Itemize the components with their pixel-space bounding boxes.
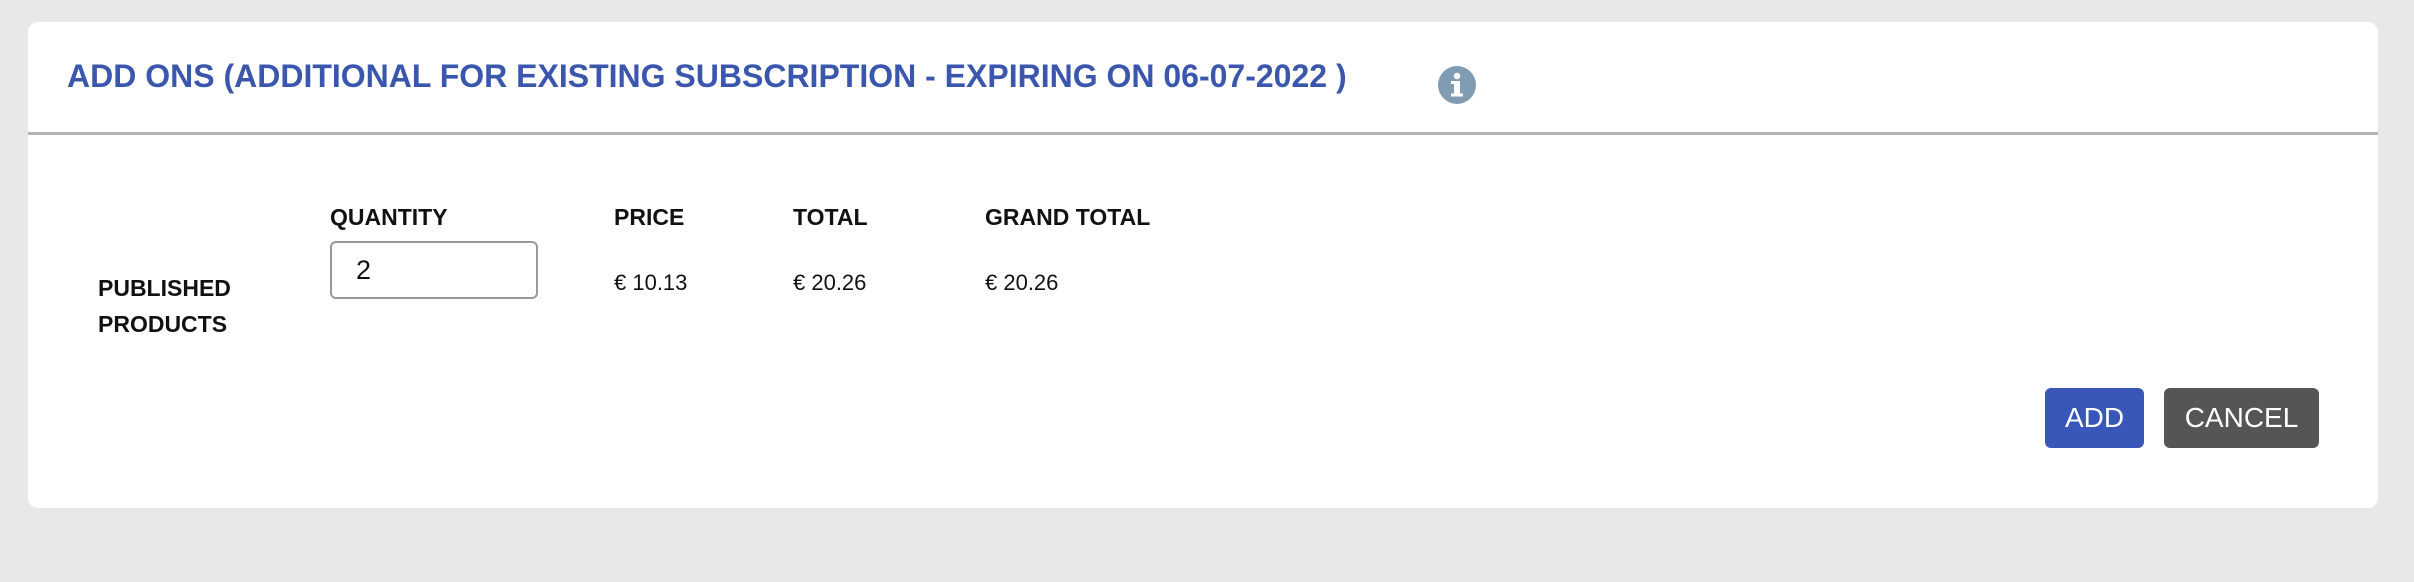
dialog-title: ADD ONS (ADDITIONAL FOR EXISTING SUBSCRI… <box>67 58 1347 94</box>
cancel-button[interactable]: CANCEL <box>2164 388 2319 448</box>
grand-total-header: GRAND TOTAL <box>985 204 1151 230</box>
row-label-line1: PUBLISHED <box>98 275 231 301</box>
info-icon[interactable] <box>1438 66 1476 104</box>
quantity-header: QUANTITY <box>330 204 448 230</box>
total-header: TOTAL <box>793 204 868 230</box>
dialog-header: ADD ONS (ADDITIONAL FOR EXISTING SUBSCRI… <box>28 22 2378 135</box>
add-ons-dialog: ADD ONS (ADDITIONAL FOR EXISTING SUBSCRI… <box>28 22 2378 508</box>
row-label-published-products: PUBLISHED PRODUCTS <box>98 270 298 342</box>
row-label-line2: PRODUCTS <box>98 311 228 337</box>
grand-total-value: € 20.26 <box>985 270 1059 295</box>
price-value: € 10.13 <box>614 270 688 295</box>
add-button[interactable]: ADD <box>2045 388 2144 448</box>
total-value: € 20.26 <box>793 270 867 295</box>
price-header: PRICE <box>614 204 685 230</box>
quantity-input[interactable] <box>330 241 538 299</box>
